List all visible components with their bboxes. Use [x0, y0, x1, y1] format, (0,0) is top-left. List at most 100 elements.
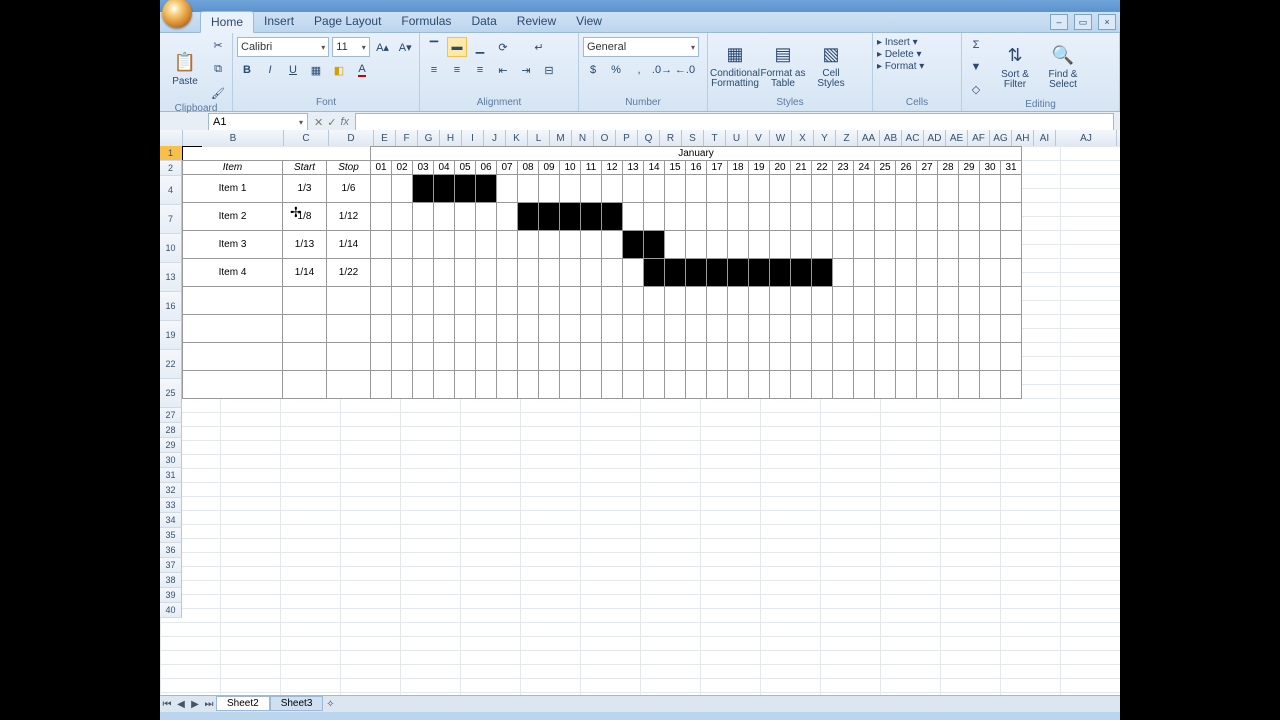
cell[interactable] [581, 343, 602, 371]
row-header[interactable]: 19 [160, 321, 182, 350]
cell[interactable] [917, 203, 938, 231]
cell[interactable] [791, 287, 812, 315]
cell[interactable] [327, 147, 371, 161]
cell[interactable]: 18 [728, 161, 749, 175]
row-header[interactable]: 36 [160, 543, 182, 558]
cell[interactable] [183, 147, 283, 161]
cell[interactable]: Stop [327, 161, 371, 175]
cell[interactable] [770, 231, 791, 259]
cell[interactable] [770, 315, 791, 343]
cell[interactable] [497, 287, 518, 315]
cell[interactable] [854, 287, 875, 315]
cell[interactable] [497, 371, 518, 399]
cell[interactable] [602, 343, 623, 371]
cell[interactable] [980, 343, 1001, 371]
cell[interactable] [623, 371, 644, 399]
cell[interactable] [602, 259, 623, 287]
row-header[interactable]: 13 [160, 263, 182, 292]
cell[interactable]: Item 4 [183, 259, 283, 287]
cell[interactable] [728, 203, 749, 231]
cell[interactable] [497, 175, 518, 203]
row-header[interactable]: 1 [160, 146, 182, 161]
cell[interactable] [938, 203, 959, 231]
row-header[interactable]: 39 [160, 588, 182, 603]
cell[interactable] [665, 175, 686, 203]
cell[interactable] [959, 175, 980, 203]
cell[interactable] [896, 371, 917, 399]
cell[interactable] [749, 259, 770, 287]
cell[interactable] [665, 315, 686, 343]
column-header[interactable]: E [374, 130, 396, 146]
cell[interactable] [371, 231, 392, 259]
font-name-combo[interactable]: Calibri▾ [237, 37, 329, 57]
cell[interactable] [833, 259, 854, 287]
cell[interactable] [497, 343, 518, 371]
cell[interactable] [875, 371, 896, 399]
column-header[interactable]: V [748, 130, 770, 146]
cell[interactable] [938, 343, 959, 371]
cell[interactable] [812, 343, 833, 371]
column-header[interactable]: AJ [1056, 130, 1117, 146]
cell[interactable]: 1/22 [327, 259, 371, 287]
column-header[interactable]: AF [968, 130, 990, 146]
cell[interactable]: Item 1 [183, 175, 283, 203]
column-header[interactable]: T [704, 130, 726, 146]
shrink-font-icon[interactable]: A▾ [395, 37, 415, 57]
cell[interactable] [602, 371, 623, 399]
cell[interactable] [1001, 203, 1022, 231]
cell[interactable] [581, 175, 602, 203]
increase-indent-icon[interactable]: ⇥ [516, 60, 536, 80]
cell[interactable] [770, 287, 791, 315]
column-header[interactable]: D [329, 130, 374, 146]
cell[interactable] [749, 287, 770, 315]
cell[interactable] [686, 203, 707, 231]
column-header[interactable]: AB [880, 130, 902, 146]
cell[interactable] [791, 175, 812, 203]
cell[interactable] [980, 287, 1001, 315]
cell[interactable]: 02 [392, 161, 413, 175]
row-header[interactable]: 22 [160, 350, 182, 379]
cell[interactable] [770, 343, 791, 371]
row-header[interactable]: 40 [160, 603, 182, 618]
cell[interactable] [875, 343, 896, 371]
cell[interactable] [728, 287, 749, 315]
font-color-button[interactable]: A [352, 60, 372, 80]
column-header[interactable]: AD [924, 130, 946, 146]
select-all-corner[interactable] [160, 130, 183, 146]
cell[interactable]: 1/13 [283, 231, 327, 259]
cell[interactable] [896, 231, 917, 259]
cell[interactable] [665, 371, 686, 399]
cell[interactable] [665, 259, 686, 287]
cell[interactable] [183, 287, 283, 315]
cell[interactable] [183, 371, 283, 399]
cell[interactable] [327, 315, 371, 343]
row-header[interactable]: 31 [160, 468, 182, 483]
align-center-icon[interactable]: ≡ [447, 60, 467, 80]
format-cells-button[interactable]: ▸ Format ▾ [877, 61, 957, 72]
cell[interactable] [854, 175, 875, 203]
cell[interactable]: 27 [917, 161, 938, 175]
cell-styles-button[interactable]: ▧Cell Styles [808, 37, 854, 95]
copy-icon[interactable]: ⧉ [208, 59, 228, 79]
cell[interactable] [327, 287, 371, 315]
cell[interactable] [854, 259, 875, 287]
border-button[interactable]: ▦ [306, 60, 326, 80]
ribbon-tab-home[interactable]: Home [200, 11, 254, 33]
cell[interactable] [749, 203, 770, 231]
cell[interactable] [896, 315, 917, 343]
cell[interactable] [707, 371, 728, 399]
cell[interactable] [560, 231, 581, 259]
format-painter-icon[interactable]: 🖌 [208, 83, 228, 103]
font-size-combo[interactable]: 11▾ [332, 37, 369, 57]
cell[interactable] [283, 287, 327, 315]
orientation-icon[interactable]: ⟳ [493, 37, 513, 57]
formula-bar[interactable] [355, 113, 1114, 131]
cell[interactable] [392, 371, 413, 399]
cell[interactable] [938, 315, 959, 343]
cell[interactable] [959, 315, 980, 343]
cell[interactable] [980, 259, 1001, 287]
cell[interactable] [539, 371, 560, 399]
cell[interactable] [413, 175, 434, 203]
cell[interactable]: 16 [686, 161, 707, 175]
cell[interactable]: 17 [707, 161, 728, 175]
